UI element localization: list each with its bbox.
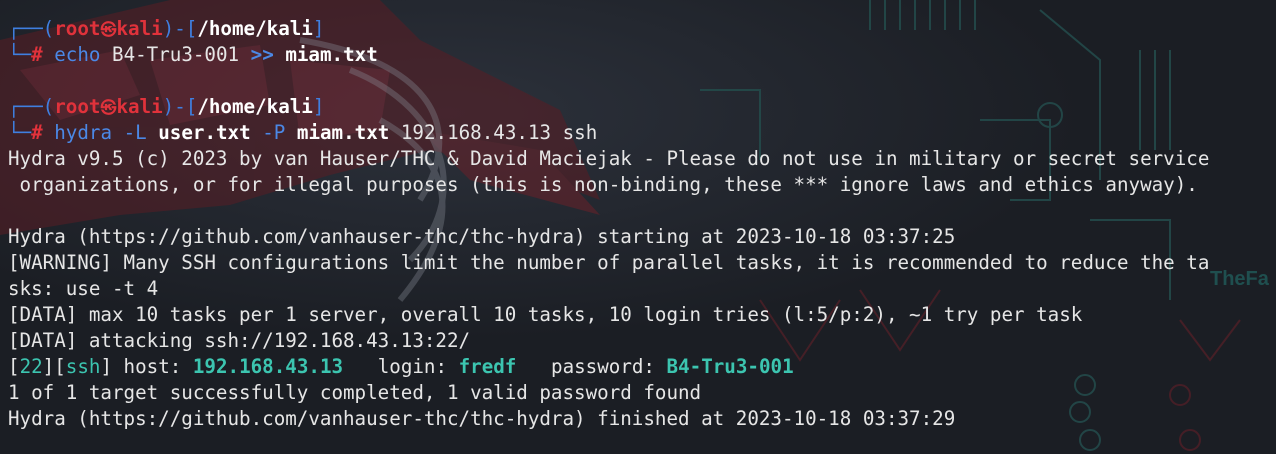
- command-flag: -P: [262, 121, 286, 144]
- result-service: ssh: [65, 355, 101, 378]
- result-line: [22][ssh] host: 192.168.43.13 login: fre…: [8, 355, 794, 378]
- prompt-header: ┌──(root㉿kali)-[/home/kali]: [8, 95, 325, 118]
- command-target: 192.168.43.13: [400, 121, 552, 144]
- command-arg: B4-Tru3-001: [112, 43, 240, 66]
- prompt-header: ┌──(root㉿kali)-[/home/kali]: [8, 17, 325, 40]
- result-login: fredf: [458, 355, 517, 378]
- terminal-output[interactable]: ┌──(root㉿kali)-[/home/kali] └─# echo B4-…: [8, 16, 1270, 446]
- skull-icon: ㉿: [100, 98, 117, 117]
- prompt-symbol: #: [31, 121, 43, 144]
- command-line: └─# echo B4-Tru3-001 >> miam.txt: [8, 43, 378, 66]
- output-line: Hydra (https://github.com/vanhauser-thc/…: [8, 225, 956, 248]
- output-line: Hydra (https://github.com/vanhauser-thc/…: [8, 407, 956, 430]
- prompt-user: root: [54, 17, 101, 40]
- prompt-host: kali: [116, 17, 163, 40]
- prompt-dir: /home/kali: [197, 17, 313, 40]
- result-port: 22: [19, 355, 43, 378]
- prompt-symbol: #: [31, 43, 43, 66]
- result-password: B4-Tru3-001: [666, 355, 794, 378]
- redirect-operator: >>: [250, 43, 274, 66]
- output-line: sks: use -t 4: [8, 277, 159, 300]
- prompt-user: root: [54, 95, 101, 118]
- prompt-dir: /home/kali: [197, 95, 313, 118]
- output-line: [DATA] attacking ssh://192.168.43.13:22/: [8, 329, 471, 352]
- result-login-label: login:: [377, 355, 448, 378]
- command-name: echo: [54, 43, 101, 66]
- command-flag: -L: [123, 121, 147, 144]
- command-file: miam.txt: [285, 43, 378, 66]
- skull-icon: ㉿: [100, 20, 117, 39]
- command-service: ssh: [562, 121, 598, 144]
- command-line: └─# hydra -L user.txt -P miam.txt 192.16…: [8, 121, 598, 144]
- prompt-host: kali: [116, 95, 163, 118]
- command-file: user.txt: [158, 121, 251, 144]
- result-password-label: password:: [551, 355, 655, 378]
- command-file: miam.txt: [296, 121, 390, 144]
- command-name: hydra: [54, 121, 112, 144]
- output-line: organizations, or for illegal purposes (…: [8, 173, 1198, 196]
- output-line: [WARNING] Many SSH configurations limit …: [8, 251, 1210, 274]
- result-host: 192.168.43.13: [192, 355, 344, 378]
- output-line: [DATA] max 10 tasks per 1 server, overal…: [8, 303, 1083, 326]
- result-host-label: host:: [123, 355, 182, 378]
- output-line: Hydra v9.5 (c) 2023 by van Hauser/THC & …: [8, 147, 1210, 170]
- output-line: 1 of 1 target successfully completed, 1 …: [8, 381, 702, 404]
